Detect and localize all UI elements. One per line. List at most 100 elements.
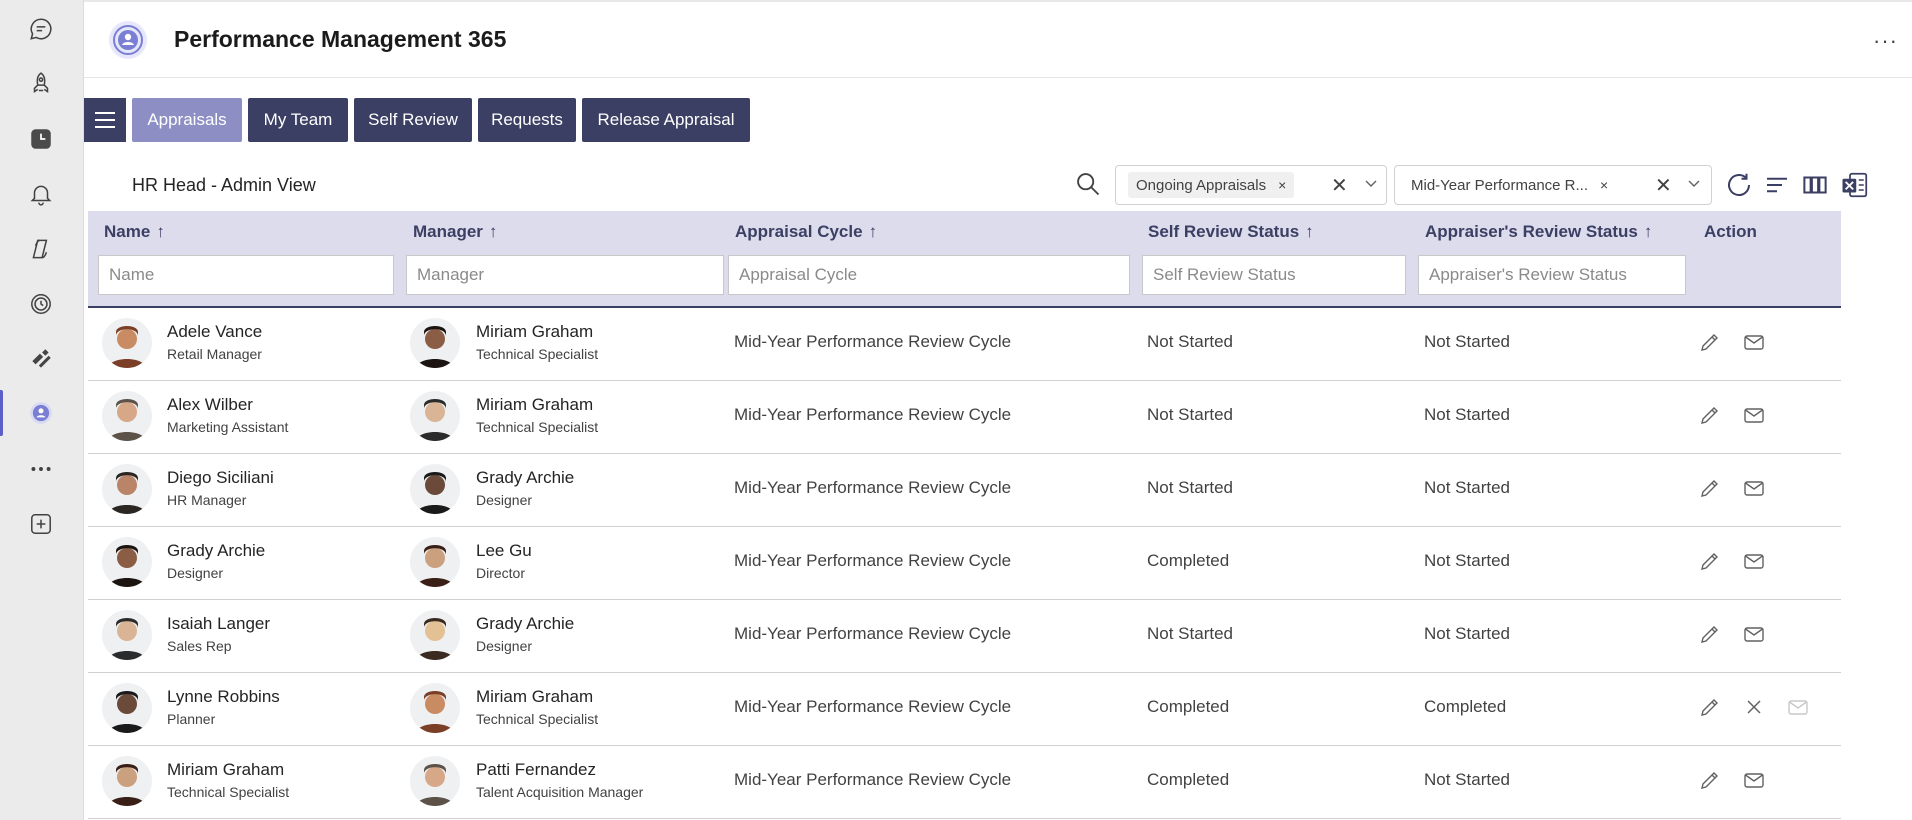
column-header-appraisal-cycle[interactable]: Appraisal Cycle ↑ xyxy=(735,222,877,242)
bell-icon[interactable] xyxy=(20,173,62,215)
cycle-filter-dropdown[interactable]: Mid-Year Performance R... × ✕ xyxy=(1394,165,1712,205)
copilot-icon[interactable] xyxy=(20,228,62,270)
mail-icon[interactable] xyxy=(1742,330,1766,354)
manager-name[interactable]: Grady Archie xyxy=(476,468,574,488)
chip-remove-icon[interactable]: × xyxy=(1600,177,1608,193)
mail-icon[interactable] xyxy=(1742,549,1766,573)
table-row[interactable]: Grady Archie Designer Lee Gu Director Mid-Ye… xyxy=(88,527,1841,600)
tab-my-team[interactable]: My Team xyxy=(248,98,348,142)
name-filter-input[interactable] xyxy=(98,255,394,295)
appraisal-cycle-cell: Mid-Year Performance Review Cycle xyxy=(734,624,1012,643)
hamburger-menu-icon[interactable] xyxy=(84,98,126,142)
manager-name[interactable]: Miriam Graham xyxy=(476,687,593,707)
chat-icon[interactable] xyxy=(20,8,62,50)
edit-icon[interactable] xyxy=(1698,768,1722,792)
appraiser-review-status-cell: Not Started xyxy=(1424,332,1510,351)
chip-remove-icon[interactable]: × xyxy=(1278,177,1286,193)
table-row[interactable]: Miriam Graham Technical Specialist Patti F… xyxy=(88,746,1841,819)
employee-name[interactable]: Adele Vance xyxy=(167,322,262,342)
employee-name[interactable]: Grady Archie xyxy=(167,541,265,561)
manager-filter-input[interactable] xyxy=(406,255,724,295)
employee-name[interactable]: Miriam Graham xyxy=(167,760,284,780)
appraiser-review-status-cell: Not Started xyxy=(1424,405,1510,424)
app-title: Performance Management 365 xyxy=(174,26,507,52)
chevron-down-icon[interactable] xyxy=(1687,176,1701,193)
excel-export-icon[interactable] xyxy=(1840,170,1870,200)
column-header-name[interactable]: Name ↑ xyxy=(104,222,165,242)
clock-icon[interactable] xyxy=(20,118,62,160)
table-row[interactable]: Alex Wilber Marketing Assistant Miriam Gra… xyxy=(88,381,1841,454)
chevron-down-icon[interactable] xyxy=(1364,176,1378,193)
edit-icon[interactable] xyxy=(1698,695,1722,719)
column-header-manager[interactable]: Manager ↑ xyxy=(413,222,497,242)
tab-self-review[interactable]: Self Review xyxy=(354,98,472,142)
clear-filter-icon[interactable]: ✕ xyxy=(1655,173,1672,198)
performance-app-icon[interactable] xyxy=(20,392,62,434)
tab-requests[interactable]: Requests xyxy=(478,98,576,142)
table-row[interactable]: Lynne Robbins Planner Miriam Graham Technic… xyxy=(88,673,1841,746)
column-label: Self Review Status xyxy=(1148,222,1300,241)
close-icon[interactable] xyxy=(1742,695,1766,719)
table-row[interactable]: Diego Siciliani HR Manager Grady Archie Des… xyxy=(88,454,1841,527)
ribbon-icon[interactable] xyxy=(20,338,62,380)
add-app-icon[interactable] xyxy=(20,503,62,545)
mail-icon xyxy=(1786,695,1810,719)
columns-icon[interactable] xyxy=(1800,170,1830,200)
sort-arrow-icon: ↑ xyxy=(156,222,165,241)
manager-role: Designer xyxy=(476,638,533,654)
appraisal-cycle-filter-input[interactable] xyxy=(728,255,1130,295)
table-row[interactable]: Isaiah Langer Sales Rep Grady Archie Design… xyxy=(88,600,1841,673)
sort-arrow-icon: ↑ xyxy=(488,222,498,241)
search-icon[interactable] xyxy=(1074,170,1102,198)
self-review-status-filter-input[interactable] xyxy=(1142,255,1406,295)
employee-name[interactable]: Diego Siciliani xyxy=(167,468,274,488)
employee-role: Technical Specialist xyxy=(167,784,290,800)
edit-icon[interactable] xyxy=(1698,549,1722,573)
manager-name[interactable]: Patti Fernandez xyxy=(476,760,596,780)
edit-icon[interactable] xyxy=(1698,330,1722,354)
edit-icon[interactable] xyxy=(1698,476,1722,500)
more-options-button[interactable]: ··· xyxy=(1873,28,1898,54)
avatar xyxy=(410,683,460,733)
app-rail xyxy=(0,0,84,820)
appraiser-review-status-cell: Not Started xyxy=(1424,770,1510,789)
column-header-action: Action xyxy=(1704,222,1757,241)
employee-name[interactable]: Lynne Robbins xyxy=(167,687,280,707)
rocket-icon[interactable] xyxy=(20,63,62,105)
sort-lines-icon[interactable] xyxy=(1762,170,1792,200)
mail-icon[interactable] xyxy=(1742,622,1766,646)
avatar xyxy=(410,610,460,660)
more-apps-icon[interactable] xyxy=(20,448,62,490)
table-header: Name ↑ Manager ↑ Appraisal Cycle ↑ Self Rev… xyxy=(88,211,1841,308)
edit-icon[interactable] xyxy=(1698,403,1722,427)
column-header-appraiser-review-status[interactable]: Appraiser's Review Status ↑ xyxy=(1425,222,1652,242)
appraisal-cycle-cell: Mid-Year Performance Review Cycle xyxy=(734,770,1012,789)
column-header-self-review-status[interactable]: Self Review Status ↑ xyxy=(1148,222,1314,242)
employee-name[interactable]: Alex Wilber xyxy=(167,395,253,415)
avatar xyxy=(410,537,460,587)
avatar xyxy=(102,683,152,733)
tab-release-appraisal[interactable]: Release Appraisal xyxy=(582,98,750,142)
manager-name[interactable]: Miriam Graham xyxy=(476,395,593,415)
employee-name[interactable]: Isaiah Langer xyxy=(167,614,270,634)
tab-appraisals[interactable]: Appraisals xyxy=(132,98,242,142)
appraiser-review-status-filter-input[interactable] xyxy=(1418,255,1686,295)
avatar xyxy=(102,391,152,441)
edit-icon[interactable] xyxy=(1698,622,1722,646)
sort-arrow-icon: ↑ xyxy=(1643,222,1653,241)
cycle-chip-label: Mid-Year Performance R... xyxy=(1411,176,1589,194)
mail-icon[interactable] xyxy=(1742,768,1766,792)
appraiser-review-status-cell: Not Started xyxy=(1424,478,1510,497)
self-review-status-cell: Not Started xyxy=(1147,332,1233,351)
manager-name[interactable]: Grady Archie xyxy=(476,614,574,634)
mail-icon[interactable] xyxy=(1742,476,1766,500)
status-filter-dropdown[interactable]: Ongoing Appraisals × ✕ xyxy=(1115,165,1387,205)
manager-name[interactable]: Lee Gu xyxy=(476,541,532,561)
manager-name[interactable]: Miriam Graham xyxy=(476,322,593,342)
clear-filter-icon[interactable]: ✕ xyxy=(1331,173,1348,198)
self-review-status-cell: Not Started xyxy=(1147,624,1233,643)
timer-icon[interactable] xyxy=(20,283,62,325)
table-row[interactable]: Adele Vance Retail Manager Miriam Graham Te… xyxy=(88,308,1841,381)
mail-icon[interactable] xyxy=(1742,403,1766,427)
refresh-icon[interactable] xyxy=(1724,170,1754,200)
